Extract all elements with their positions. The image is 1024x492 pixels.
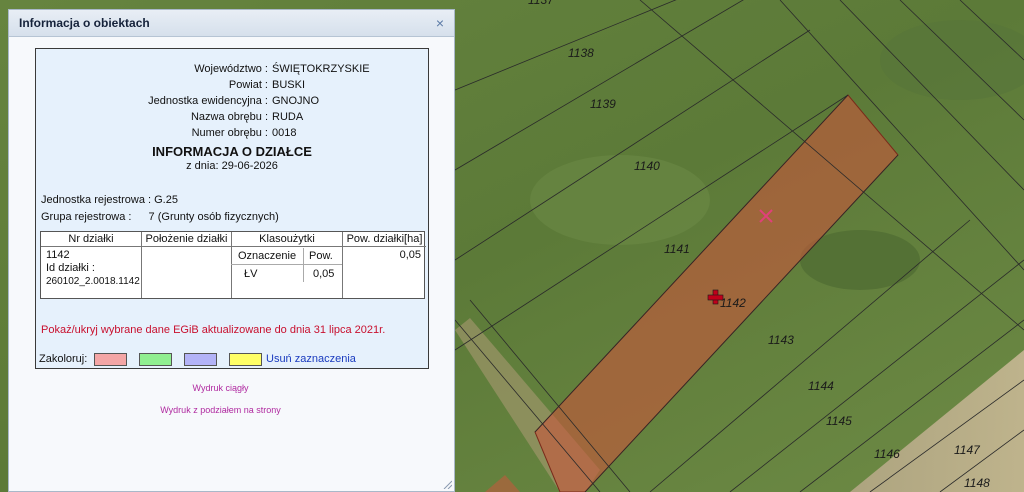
parcel-table: Nr działki Położenie działki Klasoużytki… — [40, 231, 426, 299]
panel-header[interactable]: Informacja o obiektach × — [9, 10, 454, 37]
header-nr: Nr działki — [68, 233, 114, 245]
parcel-label: 1145 — [826, 414, 852, 428]
swatch-red[interactable] — [94, 353, 127, 366]
registration-unit: Jednostka rejestrowa : G.25 — [41, 194, 178, 206]
vegetation-patch — [530, 155, 710, 245]
cell-parcel-nr: 1142 — [46, 249, 70, 261]
info-date: z dnia: 29-06-2026 — [186, 160, 278, 172]
location-label: Powiat : — [228, 79, 268, 91]
swatch-yellow[interactable] — [229, 353, 262, 366]
registration-group-value: 7 (Grunty osób fizycznych) — [148, 211, 279, 223]
location-value: 0018 — [272, 127, 297, 139]
location-row: Powiat : BUSKI — [36, 79, 430, 94]
location-row: Województwo : ŚWIĘTOKRZYSKIE — [36, 63, 430, 78]
colorize-bar: Zakoloruj: Usuń zaznaczenia — [36, 353, 428, 367]
registration-group-label: Grupa rejestrowa : — [41, 211, 132, 223]
header-location: Położenie działki — [145, 233, 228, 245]
location-row: Nazwa obrębu : RUDA — [36, 111, 430, 126]
location-label: Numer obrębu : — [191, 127, 268, 139]
print-continuous-link[interactable]: Wydruk ciągły — [0, 383, 444, 393]
registration-unit-value: G.25 — [154, 194, 178, 206]
parcel-label: 1146 — [874, 447, 900, 461]
parcel-label: 1147 — [954, 443, 981, 457]
cell-id-value: 260102_2.0018.1142 — [46, 276, 140, 287]
close-icon[interactable]: × — [436, 16, 444, 30]
parcel-info-heading: INFORMACJA O DZIAŁCE — [152, 144, 312, 159]
registration-group: Grupa rejestrowa : 7 (Grunty osób fizycz… — [41, 211, 279, 223]
cell-class-area: 0,05 — [313, 268, 335, 280]
location-label: Nazwa obrębu : — [190, 111, 268, 123]
parcel-label: 1148 — [964, 476, 990, 490]
parcel-label: 1138 — [568, 46, 594, 60]
cell-id-label: Id działki : — [46, 262, 95, 274]
location-label: Jednostka ewidencyjna : — [148, 95, 268, 107]
print-paged-link[interactable]: Wydruk z podziałem na strony — [0, 405, 444, 415]
parcel-label: 1139 — [590, 97, 616, 111]
object-info-panel: Informacja o obiektach × Województwo : Ś… — [8, 9, 455, 492]
parcel-label: 1142 — [720, 296, 746, 310]
header-class: Klasoużytki — [259, 233, 315, 245]
registration-unit-label: Jednostka rejestrowa : — [41, 194, 152, 206]
parcel-label: 1143 — [768, 333, 794, 347]
clear-selection-link[interactable]: Usuń zaznaczenia — [266, 353, 356, 365]
location-row: Numer obrębu : 0018 — [36, 127, 430, 142]
cell-area: 0,05 — [399, 249, 421, 261]
location-label: Województwo : — [194, 63, 268, 75]
panel-title: Informacja o obiektach — [19, 16, 150, 30]
parcel-label: 1137 — [528, 0, 555, 7]
location-value: GNOJNO — [272, 95, 320, 107]
subheader-area: Pow. — [309, 250, 333, 262]
egib-toggle-link[interactable]: Pokaż/ukryj wybrane dane EGiB aktualizow… — [41, 324, 385, 336]
location-value: ŚWIĘTOKRZYSKIE — [272, 63, 370, 75]
parcel-label: 1140 — [634, 159, 660, 173]
resize-handle-icon[interactable] — [442, 479, 452, 489]
location-row: Jednostka ewidencyjna : GNOJNO — [36, 95, 430, 110]
colorize-label: Zakoloruj: — [39, 353, 88, 365]
header-area: Pow. działki[ha] — [346, 233, 423, 245]
cell-class-designation: ŁV — [244, 268, 258, 280]
location-value: BUSKI — [272, 79, 306, 91]
location-value: RUDA — [272, 111, 304, 123]
swatch-blue[interactable] — [184, 353, 217, 366]
parcel-label: 1144 — [808, 379, 834, 393]
parcel-label: 1141 — [664, 242, 690, 256]
subheader-designation: Oznaczenie — [238, 250, 297, 262]
swatch-green[interactable] — [139, 353, 172, 366]
parcel-info-box: Województwo : ŚWIĘTOKRZYSKIE Powiat : BU… — [35, 48, 429, 369]
